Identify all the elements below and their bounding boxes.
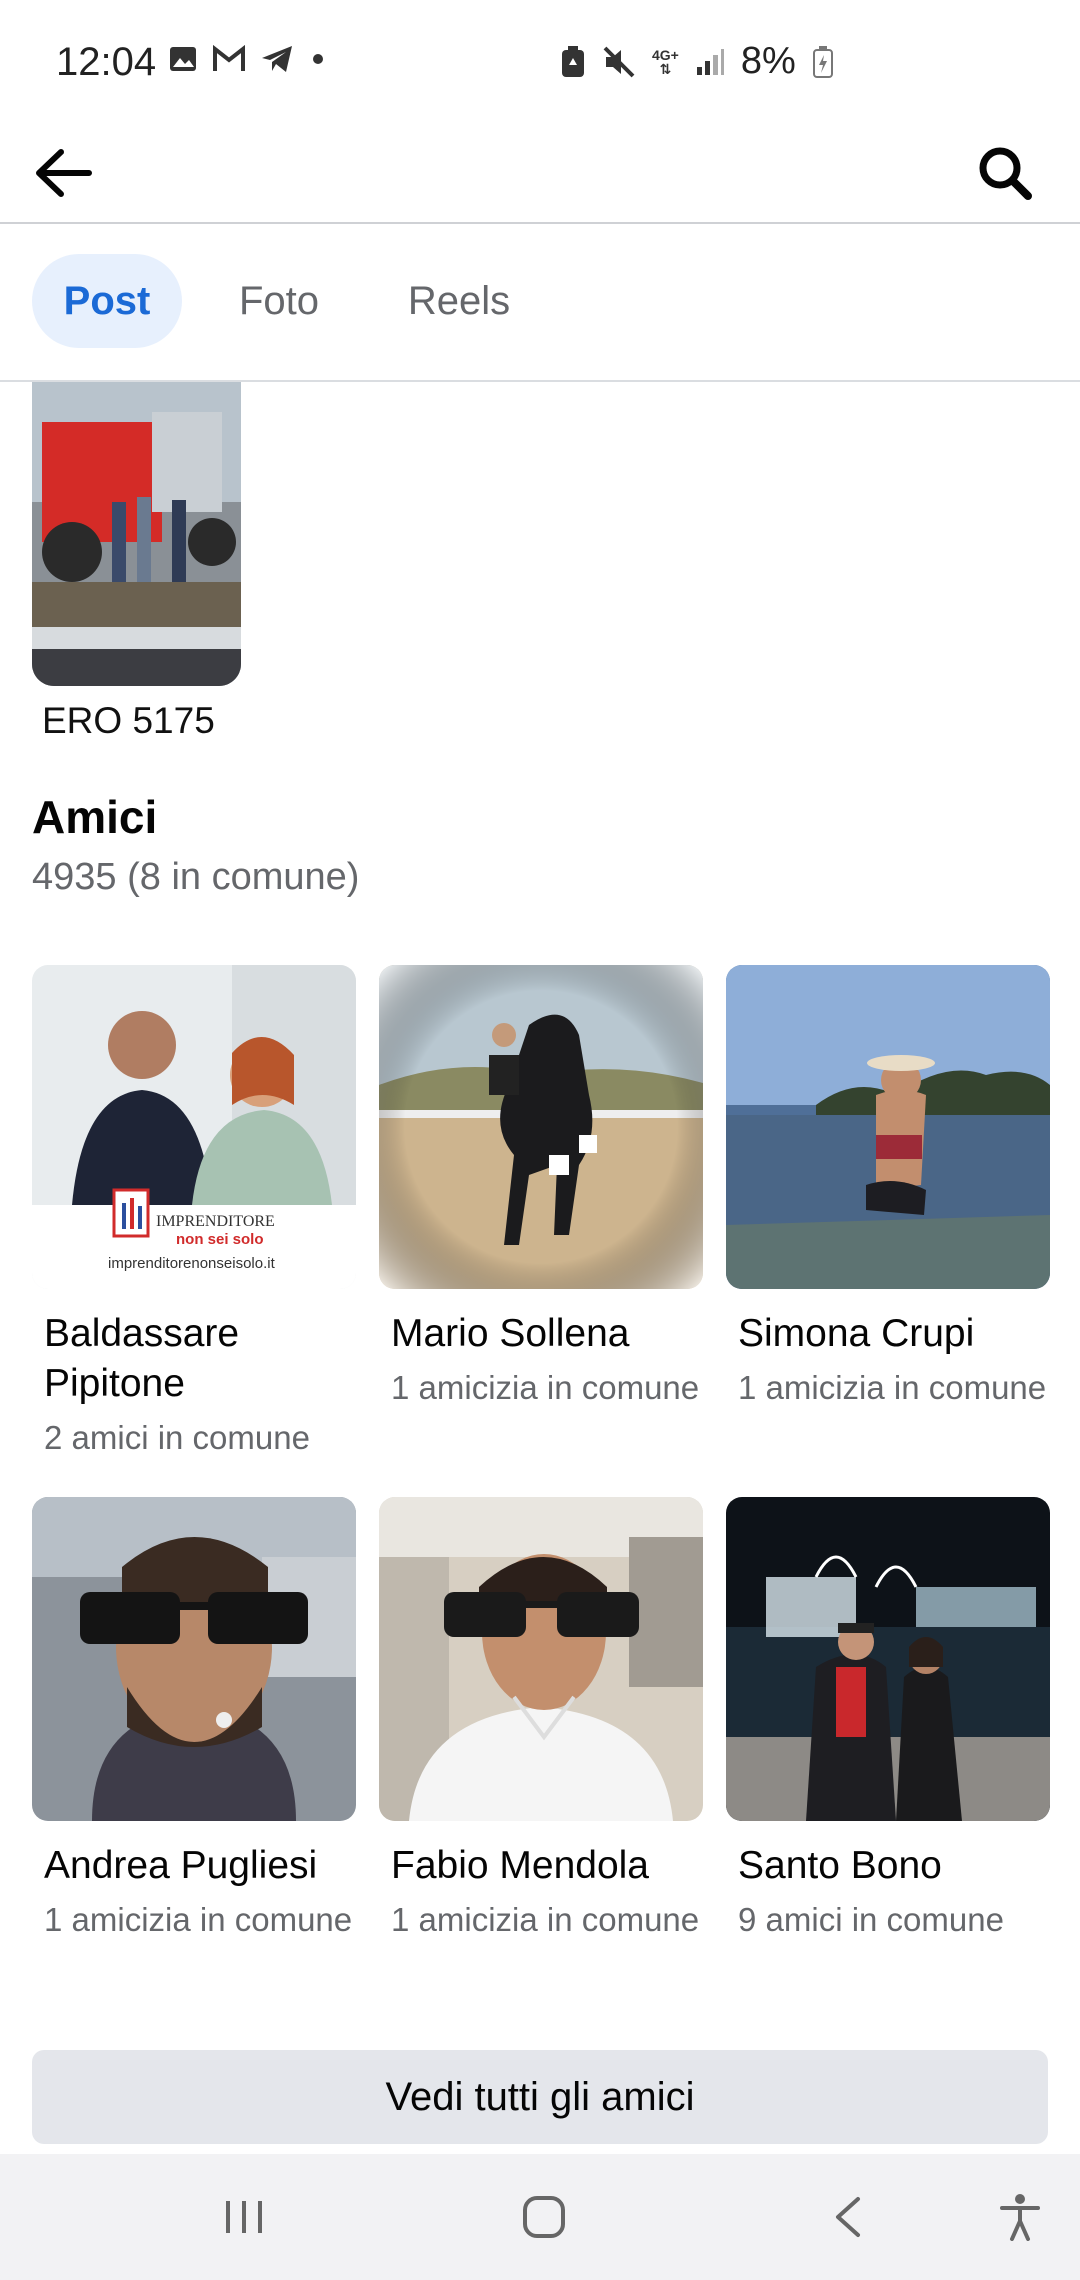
friend-name[interactable]: Simona Crupi bbox=[726, 1309, 1050, 1359]
accessibility-button[interactable] bbox=[980, 2180, 1060, 2254]
back-icon bbox=[836, 2197, 860, 2237]
friend-mutual: 1 amicizia in comune bbox=[391, 1901, 700, 1938]
notification-icons bbox=[168, 44, 328, 74]
photo-brand-line2: non sei solo bbox=[176, 1231, 264, 1248]
friend-card[interactable]: Fabio Mendola 1 amicizia in comune bbox=[379, 1497, 703, 1940]
photo-brand-url: imprenditorenonseisolo.it bbox=[108, 1255, 275, 1272]
friend-card[interactable]: IMPRENDITORE non sei solo imprenditoreno… bbox=[32, 965, 356, 1458]
network-type: 4G+ ⇅ bbox=[652, 46, 679, 77]
mute-icon bbox=[603, 46, 635, 77]
friend-photo-image bbox=[32, 1497, 356, 1821]
friends-count: 4935 (8 in comune) bbox=[32, 856, 360, 898]
post-image bbox=[32, 382, 241, 686]
telegram-icon bbox=[262, 46, 292, 72]
status-bar: 12:04 4G+ ⇅ 8% bbox=[0, 0, 1080, 120]
arrow-left-icon bbox=[36, 149, 92, 197]
network-label: 4G+ bbox=[652, 46, 679, 63]
friend-mutual: 2 amici in comune bbox=[44, 1419, 310, 1456]
friend-mutual: 1 amicizia in comune bbox=[738, 1369, 1047, 1406]
friend-name[interactable]: Fabio Mendola bbox=[379, 1841, 703, 1891]
friend-photo-image bbox=[726, 965, 1050, 1289]
battery-icon bbox=[812, 45, 833, 78]
friend-photo[interactable] bbox=[726, 1497, 1050, 1821]
friend-photo[interactable] bbox=[726, 965, 1050, 1289]
battery-saver-icon bbox=[562, 45, 584, 77]
friend-name[interactable]: Baldassare Pipitone bbox=[32, 1309, 356, 1409]
friend-photo-image bbox=[379, 965, 703, 1289]
see-all-friends-button[interactable]: Vedi tutti gli amici bbox=[32, 2050, 1048, 2144]
top-header bbox=[0, 120, 1080, 224]
accessibility-icon bbox=[1000, 2194, 1040, 2241]
friend-photo-image bbox=[726, 1497, 1050, 1821]
home-icon bbox=[523, 2196, 565, 2238]
friend-name[interactable]: Andrea Pugliesi bbox=[32, 1841, 356, 1891]
friend-mutual: 1 amicizia in comune bbox=[391, 1369, 700, 1406]
tab-foto[interactable]: Foto bbox=[214, 254, 344, 348]
post-thumbnail[interactable] bbox=[32, 382, 241, 686]
signal-icon bbox=[696, 48, 724, 75]
image-icon bbox=[170, 47, 196, 71]
photo-brand-line1: IMPRENDITORE bbox=[156, 1213, 275, 1230]
system-nav-bar bbox=[0, 2154, 1080, 2280]
friend-mutual: 9 amici in comune bbox=[738, 1901, 1004, 1938]
tab-reels[interactable]: Reels bbox=[384, 254, 534, 348]
friend-photo[interactable] bbox=[32, 1497, 356, 1821]
status-right: 4G+ ⇅ 8% bbox=[560, 40, 834, 83]
friend-name[interactable]: Mario Sollena bbox=[379, 1309, 703, 1359]
profile-tabs: Post Foto Reels bbox=[0, 224, 1080, 382]
post-caption: ERO 5175 bbox=[42, 700, 215, 741]
friend-card[interactable]: Mario Sollena 1 amicizia in comune bbox=[379, 965, 703, 1408]
recent-apps-icon bbox=[226, 2201, 262, 2233]
friend-photo[interactable] bbox=[379, 1497, 703, 1821]
status-time: 12:04 bbox=[56, 40, 157, 84]
friend-photo[interactable]: IMPRENDITORE non sei solo imprenditoreno… bbox=[32, 965, 356, 1289]
recent-apps-button[interactable] bbox=[204, 2180, 284, 2254]
search-button[interactable] bbox=[970, 138, 1040, 208]
home-button[interactable] bbox=[504, 2180, 584, 2254]
friends-title: Amici bbox=[32, 791, 158, 843]
friend-card[interactable]: Simona Crupi 1 amicizia in comune bbox=[726, 965, 1050, 1408]
friend-photo-image bbox=[379, 1497, 703, 1821]
gmail-icon bbox=[213, 45, 245, 71]
back-button[interactable] bbox=[28, 138, 98, 208]
battery-percent: 8% bbox=[740, 40, 796, 82]
friend-card[interactable]: Andrea Pugliesi 1 amicizia in comune bbox=[32, 1497, 356, 1940]
tab-post[interactable]: Post bbox=[32, 254, 182, 348]
friend-card[interactable]: Santo Bono 9 amici in comune bbox=[726, 1497, 1050, 1940]
dot-icon bbox=[313, 54, 323, 64]
friend-name[interactable]: Santo Bono bbox=[726, 1841, 1050, 1891]
friend-mutual: 1 amicizia in comune bbox=[44, 1901, 353, 1938]
friend-photo[interactable] bbox=[379, 965, 703, 1289]
nav-back-button[interactable] bbox=[808, 2180, 888, 2254]
search-icon bbox=[979, 147, 1032, 200]
